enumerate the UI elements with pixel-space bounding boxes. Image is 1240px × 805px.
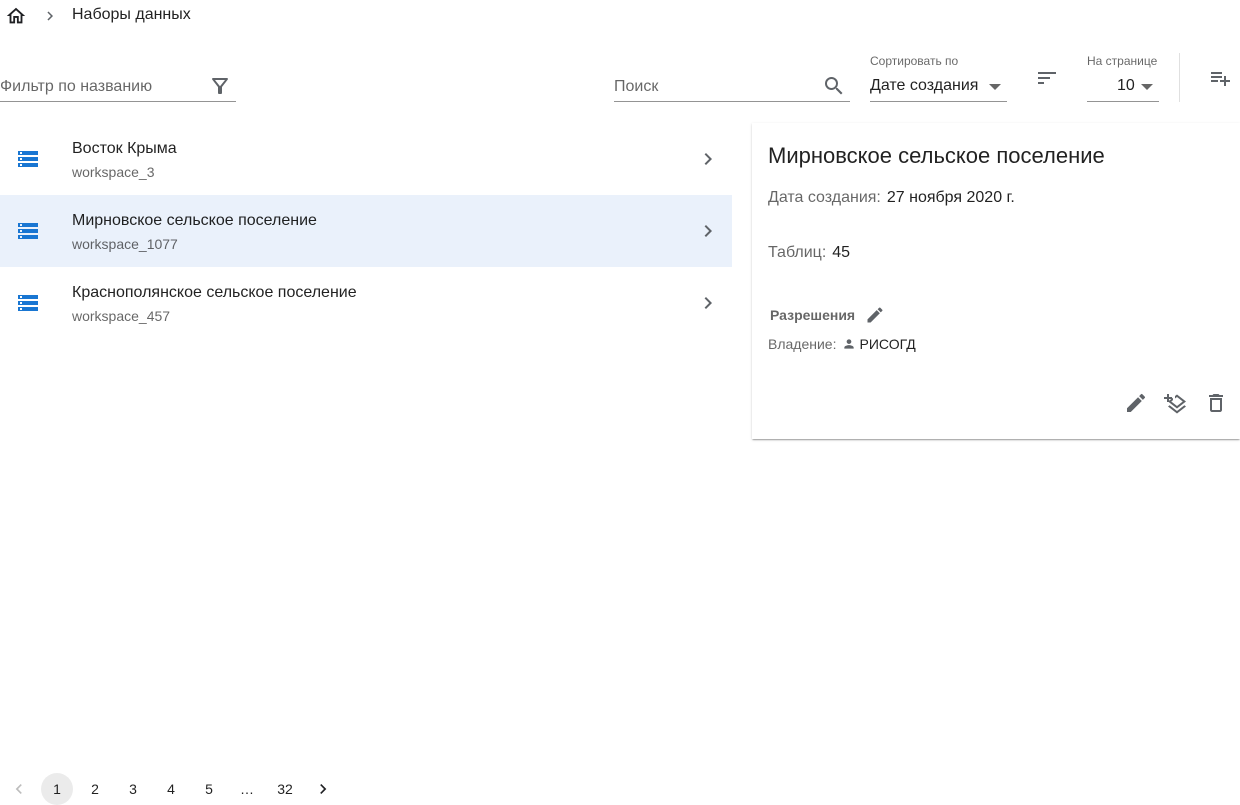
list-item-subtitle: workspace_457 [72, 308, 171, 324]
chevron-right-icon[interactable] [696, 291, 720, 315]
home-icon[interactable] [5, 5, 27, 27]
page-button[interactable]: 5 [193, 773, 225, 805]
list-item-title: Мирновское сельское поселение [72, 212, 317, 229]
breadcrumb-current: Наборы данных [72, 6, 191, 23]
chevron-right-icon[interactable] [696, 147, 720, 171]
created-value: 27 ноября 2020 г. [886, 189, 1015, 206]
chevron-right-icon [41, 7, 59, 25]
filter-field [0, 72, 236, 102]
add-layers-icon[interactable] [1164, 391, 1188, 415]
page-ellipsis: … [240, 781, 254, 797]
filter-input[interactable] [0, 72, 236, 101]
chevron-right-icon[interactable] [696, 219, 720, 243]
per-page-label: На странице [1087, 54, 1158, 68]
owner-value: РИСОГД [859, 336, 916, 352]
page-button[interactable]: 2 [79, 773, 111, 805]
tables-count-row: Таблиц: 45 [768, 244, 850, 262]
detail-title: Мирновское сельское поселение [768, 143, 1105, 168]
prev-page-icon[interactable] [3, 773, 35, 805]
toolbar-divider [1179, 53, 1180, 102]
sort-value: Дате создания [870, 77, 979, 94]
search-icon[interactable] [822, 74, 846, 98]
dataset-detail-card: Мирновское сельское поселение Дата созда… [752, 123, 1240, 439]
sort-select[interactable]: Сортировать по Дате создания [870, 53, 1007, 102]
sort-label: Сортировать по [870, 54, 959, 68]
card-actions [1124, 391, 1228, 415]
owner-row: Владение: РИСОГД [768, 336, 916, 352]
permissions-title: Разрешения [770, 307, 856, 323]
dropdown-arrow-icon [989, 84, 1001, 90]
list-item-title: Краснополянское сельское поселение [72, 284, 357, 301]
list-item-title: Восток Крыма [72, 140, 177, 157]
storage-icon [16, 147, 40, 171]
delete-icon[interactable] [1204, 391, 1228, 415]
list-item-subtitle: workspace_1077 [72, 236, 178, 252]
list-item[interactable]: Краснополянское сельское поселение works… [0, 267, 732, 339]
playlist-add-icon[interactable] [1208, 66, 1232, 90]
created-label: Дата создания: [768, 189, 881, 206]
page-button[interactable]: 3 [117, 773, 149, 805]
filter-icon[interactable] [208, 74, 232, 98]
page-button[interactable]: 32 [269, 773, 301, 805]
list-item[interactable]: Мирновское сельское поселение workspace_… [0, 195, 732, 267]
pagination: 1 2 3 4 5 … 32 [3, 773, 345, 805]
owner-label: Владение: [768, 336, 837, 352]
storage-icon [16, 219, 40, 243]
per-page-select[interactable]: На странице 10 [1087, 53, 1159, 102]
per-page-value: 10 [1117, 77, 1135, 94]
list-item-subtitle: workspace_3 [72, 164, 155, 180]
person-icon [842, 337, 856, 351]
search-field [614, 72, 850, 102]
tables-value: 45 [832, 244, 851, 261]
page-button[interactable]: 1 [41, 773, 73, 805]
page-button[interactable]: 4 [155, 773, 187, 805]
edit-permissions-icon[interactable] [865, 305, 885, 325]
next-page-icon[interactable] [307, 773, 339, 805]
list-item[interactable]: Восток Крыма workspace_3 [0, 123, 732, 195]
tables-label: Таблиц: [768, 244, 827, 261]
dataset-list: Восток Крыма workspace_3 Мирновское сель… [0, 123, 732, 339]
storage-icon [16, 291, 40, 315]
created-date-row: Дата создания: 27 ноября 2020 г. [768, 189, 1015, 207]
search-input[interactable] [614, 72, 850, 101]
sort-icon[interactable] [1035, 66, 1059, 90]
edit-icon[interactable] [1124, 391, 1148, 415]
dropdown-arrow-icon [1141, 84, 1153, 90]
